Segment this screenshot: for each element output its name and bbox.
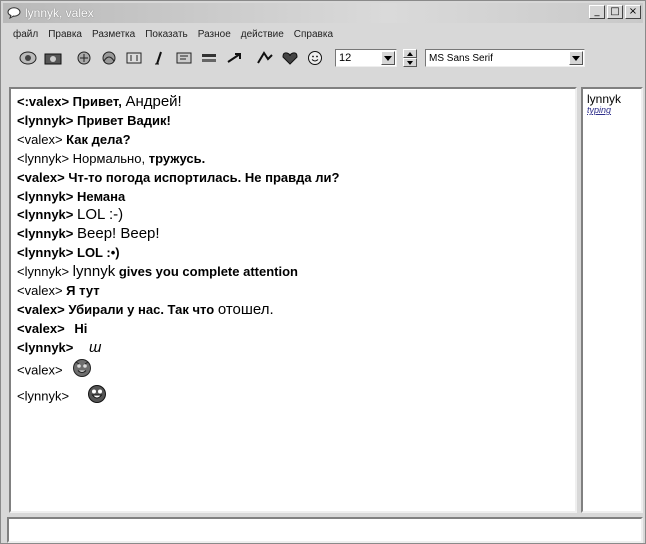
arrows-icon [227, 53, 241, 63]
chat-message: <lynnyk> Привет Вадик! [17, 112, 171, 128]
window-title: lynnyk, valex [25, 6, 94, 20]
toolbar: 12 MS Sans Serif [3, 45, 643, 71]
smile-button[interactable] [304, 48, 326, 68]
heart-button[interactable] [279, 48, 301, 68]
menu-action[interactable]: действие [241, 29, 284, 40]
user-list-item[interactable]: lynnyk typing [587, 93, 637, 115]
font-size-select[interactable]: 12 [335, 49, 397, 67]
devil-smiley-icon [72, 358, 92, 384]
font-size-value: 12 [339, 52, 352, 64]
italic-icon [155, 51, 162, 65]
menu-bar: файл Правка Разметка Показать Разное дей… [3, 25, 643, 43]
heart-icon [282, 52, 298, 65]
chat-history[interactable]: <:valex> Привет, Андрей! <lynnyk> Привет… [9, 87, 577, 513]
chevron-down-icon[interactable] [569, 51, 583, 65]
message-input[interactable] [7, 517, 643, 543]
chevron-down-icon[interactable] [381, 51, 395, 65]
smile-icon [308, 51, 322, 65]
menu-view[interactable]: Показать [145, 29, 188, 40]
chat-message: <:valex> Привет, Андрей! [17, 93, 182, 110]
color-bar-icon [202, 54, 216, 62]
chat-message: <lynnyk> Beep! Beep! [17, 225, 160, 243]
menu-misc[interactable]: Разное [198, 29, 231, 40]
font-size-stepper[interactable] [403, 49, 417, 67]
chat-message: <valex> Как дела? [17, 131, 131, 147]
stamp-button[interactable] [73, 48, 95, 68]
close-button[interactable]: × [625, 5, 641, 19]
big-grin-smiley-icon [87, 384, 107, 410]
title-bar[interactable]: lynnyk, valex _ □ × [3, 3, 643, 23]
chat-message: <valex> Я тут [17, 283, 100, 299]
chat-message: <valex> [17, 358, 569, 384]
user-name: lynnyk [587, 92, 622, 106]
user-list: lynnyk typing [581, 87, 643, 513]
chat-message: <lynnyk> Немана [17, 188, 126, 204]
menu-format[interactable]: Разметка [92, 29, 135, 40]
chat-message: <lynnyk> ш [17, 338, 102, 356]
format-button[interactable] [173, 48, 195, 68]
chat-message: <lynnyk> LOL :•) [17, 245, 120, 261]
signature-icon [102, 51, 116, 65]
format-icon [176, 52, 192, 64]
chat-message: <lynnyk> lynnyk gives you complete atten… [17, 263, 298, 281]
chat-message: <lynnyk> Нормально, тружусь. [17, 150, 206, 166]
chat-message: <valex> Hi [17, 320, 88, 336]
chat-message: <valex> Убирали у нас. Так что отошел. [17, 300, 274, 318]
user-status: typing [587, 105, 612, 115]
font-name-value: MS Sans Serif [429, 52, 493, 64]
stamp-icon [77, 51, 91, 65]
text-box-button[interactable] [123, 48, 145, 68]
font-name-select[interactable]: MS Sans Serif [425, 49, 585, 67]
signature-button[interactable] [98, 48, 120, 68]
bg-icon [257, 51, 273, 64]
camera-icon [44, 53, 62, 65]
chat-window: lynnyk, valex _ □ × файл Правка Разметка… [0, 0, 646, 544]
notify-button[interactable] [17, 48, 39, 68]
arrows-button[interactable] [223, 48, 245, 68]
menu-edit[interactable]: Правка [48, 29, 82, 40]
chat-app-icon [7, 7, 21, 19]
maximize-button[interactable]: □ [607, 5, 623, 19]
minimize-button[interactable]: _ [589, 5, 605, 19]
bg-button[interactable] [254, 48, 276, 68]
camera-button[interactable] [42, 48, 64, 68]
text-box-icon [126, 52, 142, 64]
notify-icon [19, 51, 37, 65]
stepper-down-icon[interactable] [403, 58, 417, 67]
italic-button[interactable] [148, 48, 170, 68]
chat-message: <lynnyk> [17, 384, 569, 410]
color-bar-button[interactable] [198, 48, 220, 68]
stepper-up-icon[interactable] [403, 49, 417, 58]
chat-message: <valex> Чт-то погода испортилась. Не пра… [17, 169, 340, 185]
menu-help[interactable]: Справка [294, 29, 333, 40]
menu-file[interactable]: файл [13, 29, 38, 40]
chat-message: <lynnyk> LOL :-) [17, 206, 124, 224]
